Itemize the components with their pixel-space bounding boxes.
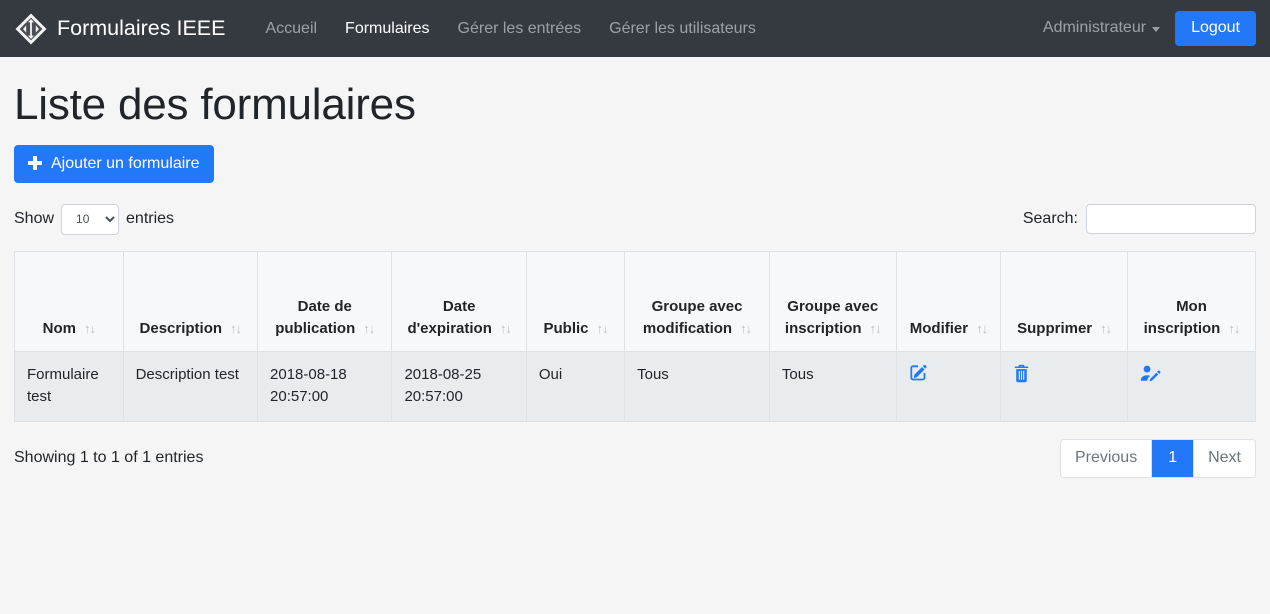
pagination: Previous 1 Next <box>1059 438 1256 478</box>
sort-arrows-icon: ↑↓ <box>363 321 375 337</box>
sort-arrows-icon: ↑↓ <box>230 321 242 337</box>
column-header-label: Date de publication <box>275 297 356 338</box>
column-header-label: Supprimer <box>1017 320 1093 338</box>
page-container: Liste des formulaires Ajouter un formula… <box>0 79 1270 478</box>
table-header-row: Nom ↑↓ Description ↑↓ Date de publication ↑… <box>14 250 1257 352</box>
table-footer: Showing 1 to 1 of 1 entries Previous 1 N… <box>14 438 1256 478</box>
primary-nav: Accueil Formulaires Gérer les entrées Gé… <box>251 11 769 46</box>
sort-arrows-icon: ↑↓ <box>1228 321 1240 337</box>
top-navbar: Formulaires IEEE Accueil Formulaires Gér… <box>0 0 1270 57</box>
cell-groupe-inscription: Tous <box>768 350 897 422</box>
navbar-right: Administrateur Logout <box>1039 10 1258 47</box>
edit-pencil-square-icon[interactable] <box>909 364 928 383</box>
nav-item-gerer-les-entrees[interactable]: Gérer les entrées <box>444 11 596 46</box>
column-header-mon-inscription[interactable]: Mon inscription ↑↓ <box>1126 250 1257 352</box>
search-control: Search: <box>1022 204 1256 235</box>
page-length-select[interactable]: 10 25 50 100 <box>61 203 120 235</box>
page-title: Liste des formulaires <box>14 80 416 129</box>
sort-arrows-icon: ↑↓ <box>740 321 752 337</box>
column-header-groupe-avec-inscription[interactable]: Groupe avec inscription ↑↓ <box>768 250 897 352</box>
pagination-page-1[interactable]: 1 <box>1152 439 1195 477</box>
sort-arrows-icon: ↑↓ <box>83 321 96 337</box>
sort-arrows-icon: ↑↓ <box>976 321 988 337</box>
column-header-label: Mon inscription <box>1143 297 1221 338</box>
user-menu-label: Administrateur <box>1042 19 1147 37</box>
entries-label: entries <box>126 210 175 228</box>
table-controls: Show 10 25 50 100 entries Search: <box>14 203 1256 235</box>
column-header-label: Nom <box>42 320 76 338</box>
column-header-label: Description <box>139 320 223 338</box>
pagination-next[interactable]: Next <box>1194 439 1255 477</box>
column-header-label: Groupe avec modification <box>642 297 743 338</box>
search-input[interactable] <box>1086 204 1256 235</box>
add-form-button[interactable]: Ajouter un formulaire <box>14 144 214 183</box>
ieee-diamond-logo-icon <box>14 12 48 46</box>
cell-mon-inscription <box>1126 350 1257 422</box>
sort-arrows-icon: ↑↓ <box>1100 321 1112 337</box>
table-body: Formulaire test Description test 2018-08… <box>14 350 1257 422</box>
pagination-previous[interactable]: Previous <box>1060 439 1153 477</box>
logout-button[interactable]: Logout <box>1175 10 1256 47</box>
cell-modifier <box>895 350 1002 422</box>
cell-groupe-modification: Tous <box>624 350 770 422</box>
column-header-nom[interactable]: Nom ↑↓ <box>14 250 124 352</box>
cell-date-expiration: 2018-08-25 20:57:00 <box>391 350 527 422</box>
brand-link[interactable]: Formulaires IEEE <box>14 12 225 46</box>
trash-icon[interactable] <box>1013 364 1030 383</box>
cell-nom: Formulaire test <box>14 350 124 422</box>
show-label: Show <box>14 210 55 228</box>
column-header-label: Date d'expiration <box>407 297 492 338</box>
plus-icon <box>28 156 42 171</box>
cell-public: Oui <box>525 350 626 422</box>
cell-supprimer <box>1000 350 1128 422</box>
column-header-label: Modifier <box>909 320 969 338</box>
user-edit-icon[interactable] <box>1140 364 1161 383</box>
column-header-label: Public <box>543 320 589 338</box>
nav-item-accueil[interactable]: Accueil <box>251 11 331 46</box>
sort-arrows-icon: ↑↓ <box>499 321 512 337</box>
sort-arrows-icon: ↑↓ <box>869 321 882 337</box>
table-head: Nom ↑↓ Description ↑↓ Date de publication ↑… <box>14 250 1257 352</box>
nav-item-gerer-les-utilisateurs[interactable]: Gérer les utilisateurs <box>595 11 770 46</box>
chevron-down-icon <box>1152 26 1161 32</box>
column-header-date-d-expiration[interactable]: Date d'expiration ↑↓ <box>391 250 527 352</box>
add-form-button-label: Ajouter un formulaire <box>51 154 200 172</box>
brand-title: Formulaires IEEE <box>57 15 226 40</box>
sort-arrows-icon: ↑↓ <box>596 321 609 337</box>
cell-description: Description test <box>122 350 259 422</box>
cell-date-publication: 2018-08-18 20:57:00 <box>257 350 393 422</box>
column-header-groupe-avec-modification[interactable]: Groupe avec modification ↑↓ <box>624 250 770 352</box>
user-menu-dropdown[interactable]: Administrateur <box>1039 11 1164 45</box>
forms-table: Nom ↑↓ Description ↑↓ Date de publication ↑… <box>14 250 1257 422</box>
table-row: Formulaire test Description test 2018-08… <box>14 350 1257 422</box>
nav-item-formulaires[interactable]: Formulaires <box>331 11 443 46</box>
entries-info: Showing 1 to 1 of 1 entries <box>14 449 204 467</box>
column-header-label: Groupe avec inscription <box>784 297 879 338</box>
column-header-modifier[interactable]: Modifier ↑↓ <box>895 250 1002 352</box>
column-header-supprimer[interactable]: Supprimer ↑↓ <box>1000 250 1128 352</box>
column-header-date-de-publication[interactable]: Date de publication ↑↓ <box>257 250 393 352</box>
search-label: Search: <box>1022 210 1078 228</box>
page-length-control: Show 10 25 50 100 entries <box>14 203 175 235</box>
column-header-public[interactable]: Public ↑↓ <box>525 250 626 352</box>
column-header-description[interactable]: Description ↑↓ <box>122 250 259 352</box>
